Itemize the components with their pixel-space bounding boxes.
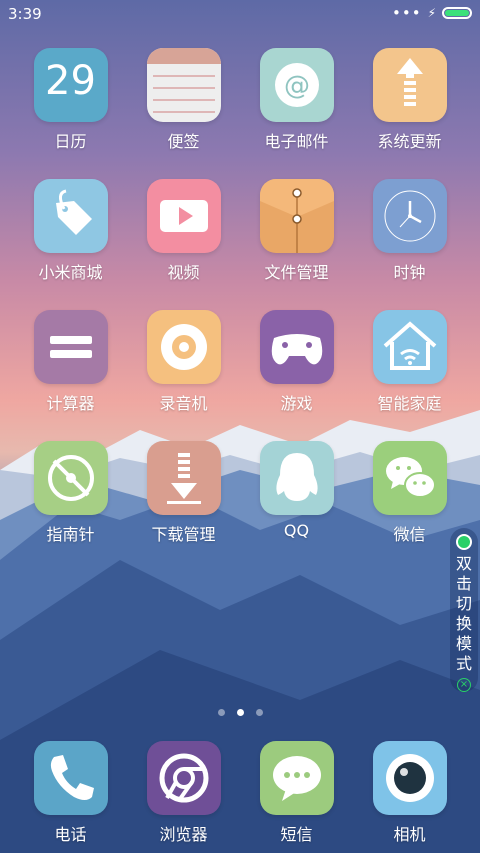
- page-dot[interactable]: [217, 709, 225, 716]
- status-bar: 3:39 ••• ⚡: [0, 0, 480, 28]
- calendar-day: 29: [45, 58, 96, 104]
- app-email[interactable]: @ 电子邮件: [240, 48, 353, 152]
- dock-browser[interactable]: 浏览器: [127, 741, 240, 845]
- dock-camera[interactable]: 相机: [353, 741, 466, 845]
- app-video[interactable]: 视频: [127, 179, 240, 283]
- camera-icon: [372, 741, 447, 815]
- update-icon: [372, 48, 447, 122]
- video-play-icon: [146, 179, 221, 253]
- app-label: 电子邮件: [264, 132, 329, 151]
- email-icon: @: [259, 48, 334, 122]
- app-label: 电话: [54, 825, 87, 844]
- app-label: QQ: [283, 521, 310, 540]
- page-indicator: [0, 701, 480, 720]
- mode-switch-panel[interactable]: 双击切换模式 ×: [450, 528, 478, 692]
- message-icon: [259, 741, 334, 815]
- dock-phone[interactable]: 电话: [14, 741, 127, 845]
- app-label: 文件管理: [264, 263, 329, 282]
- battery-level: [445, 10, 469, 16]
- app-label: 便签: [167, 132, 200, 151]
- app-label: 时钟: [393, 263, 426, 282]
- app-calculator[interactable]: 计算器: [14, 310, 127, 414]
- app-file-manager[interactable]: 文件管理: [240, 179, 353, 283]
- app-mi-store[interactable]: 小米商城: [14, 179, 127, 283]
- page-dot[interactable]: [255, 709, 263, 716]
- app-label: 浏览器: [159, 825, 208, 844]
- file-folder-icon: [259, 179, 334, 253]
- close-icon[interactable]: ×: [457, 678, 471, 692]
- app-label: 智能家庭: [377, 394, 442, 413]
- app-clock[interactable]: 时钟: [353, 179, 466, 283]
- calendar-icon: 29: [33, 48, 108, 122]
- more-indicator: •••: [392, 4, 422, 22]
- page-dot-active[interactable]: [236, 709, 244, 716]
- app-label: 下载管理: [151, 525, 216, 544]
- app-smart-home[interactable]: 智能家庭: [353, 310, 466, 414]
- app-download-manager[interactable]: 下载管理: [127, 441, 240, 545]
- app-label: 日历: [54, 132, 87, 151]
- mode-switch-text: 双击切换模式: [455, 554, 472, 673]
- app-recorder[interactable]: 录音机: [127, 310, 240, 414]
- recorder-icon: [146, 310, 221, 384]
- app-calendar[interactable]: 29 日历: [14, 48, 127, 152]
- toggle-dot-icon[interactable]: [456, 534, 472, 550]
- app-wechat[interactable]: 微信: [353, 441, 466, 545]
- phone-icon: [33, 741, 108, 815]
- app-notes[interactable]: 便签: [127, 48, 240, 152]
- status-time: 3:39: [8, 5, 42, 23]
- gamepad-icon: [259, 310, 334, 384]
- app-qq[interactable]: QQ: [240, 441, 353, 540]
- app-label: 游戏: [280, 394, 313, 413]
- app-compass[interactable]: 指南针: [14, 441, 127, 545]
- app-label: 短信: [280, 825, 313, 844]
- clock-icon: [372, 179, 447, 253]
- app-game[interactable]: 游戏: [240, 310, 353, 414]
- calculator-icon: [33, 310, 108, 384]
- battery-icon: [442, 7, 472, 19]
- wechat-icon: [372, 441, 447, 515]
- app-label: 录音机: [159, 394, 208, 413]
- notes-icon: [146, 48, 221, 122]
- app-label: 小米商城: [38, 263, 103, 282]
- dock-messages[interactable]: 短信: [240, 741, 353, 845]
- app-label: 视频: [167, 263, 200, 282]
- app-label: 计算器: [46, 394, 95, 413]
- app-label: 指南针: [46, 525, 95, 544]
- compass-icon: [33, 441, 108, 515]
- app-label: 系统更新: [377, 132, 442, 151]
- browser-icon: [146, 741, 221, 815]
- smart-home-icon: [372, 310, 447, 384]
- app-system-update[interactable]: 系统更新: [353, 48, 466, 152]
- charging-icon: ⚡: [427, 6, 436, 20]
- qq-penguin-icon: [259, 441, 334, 515]
- email-at-glyph: @: [284, 71, 310, 101]
- shop-tag-icon: [33, 179, 108, 253]
- download-icon: [146, 441, 221, 515]
- app-label: 相机: [393, 825, 426, 844]
